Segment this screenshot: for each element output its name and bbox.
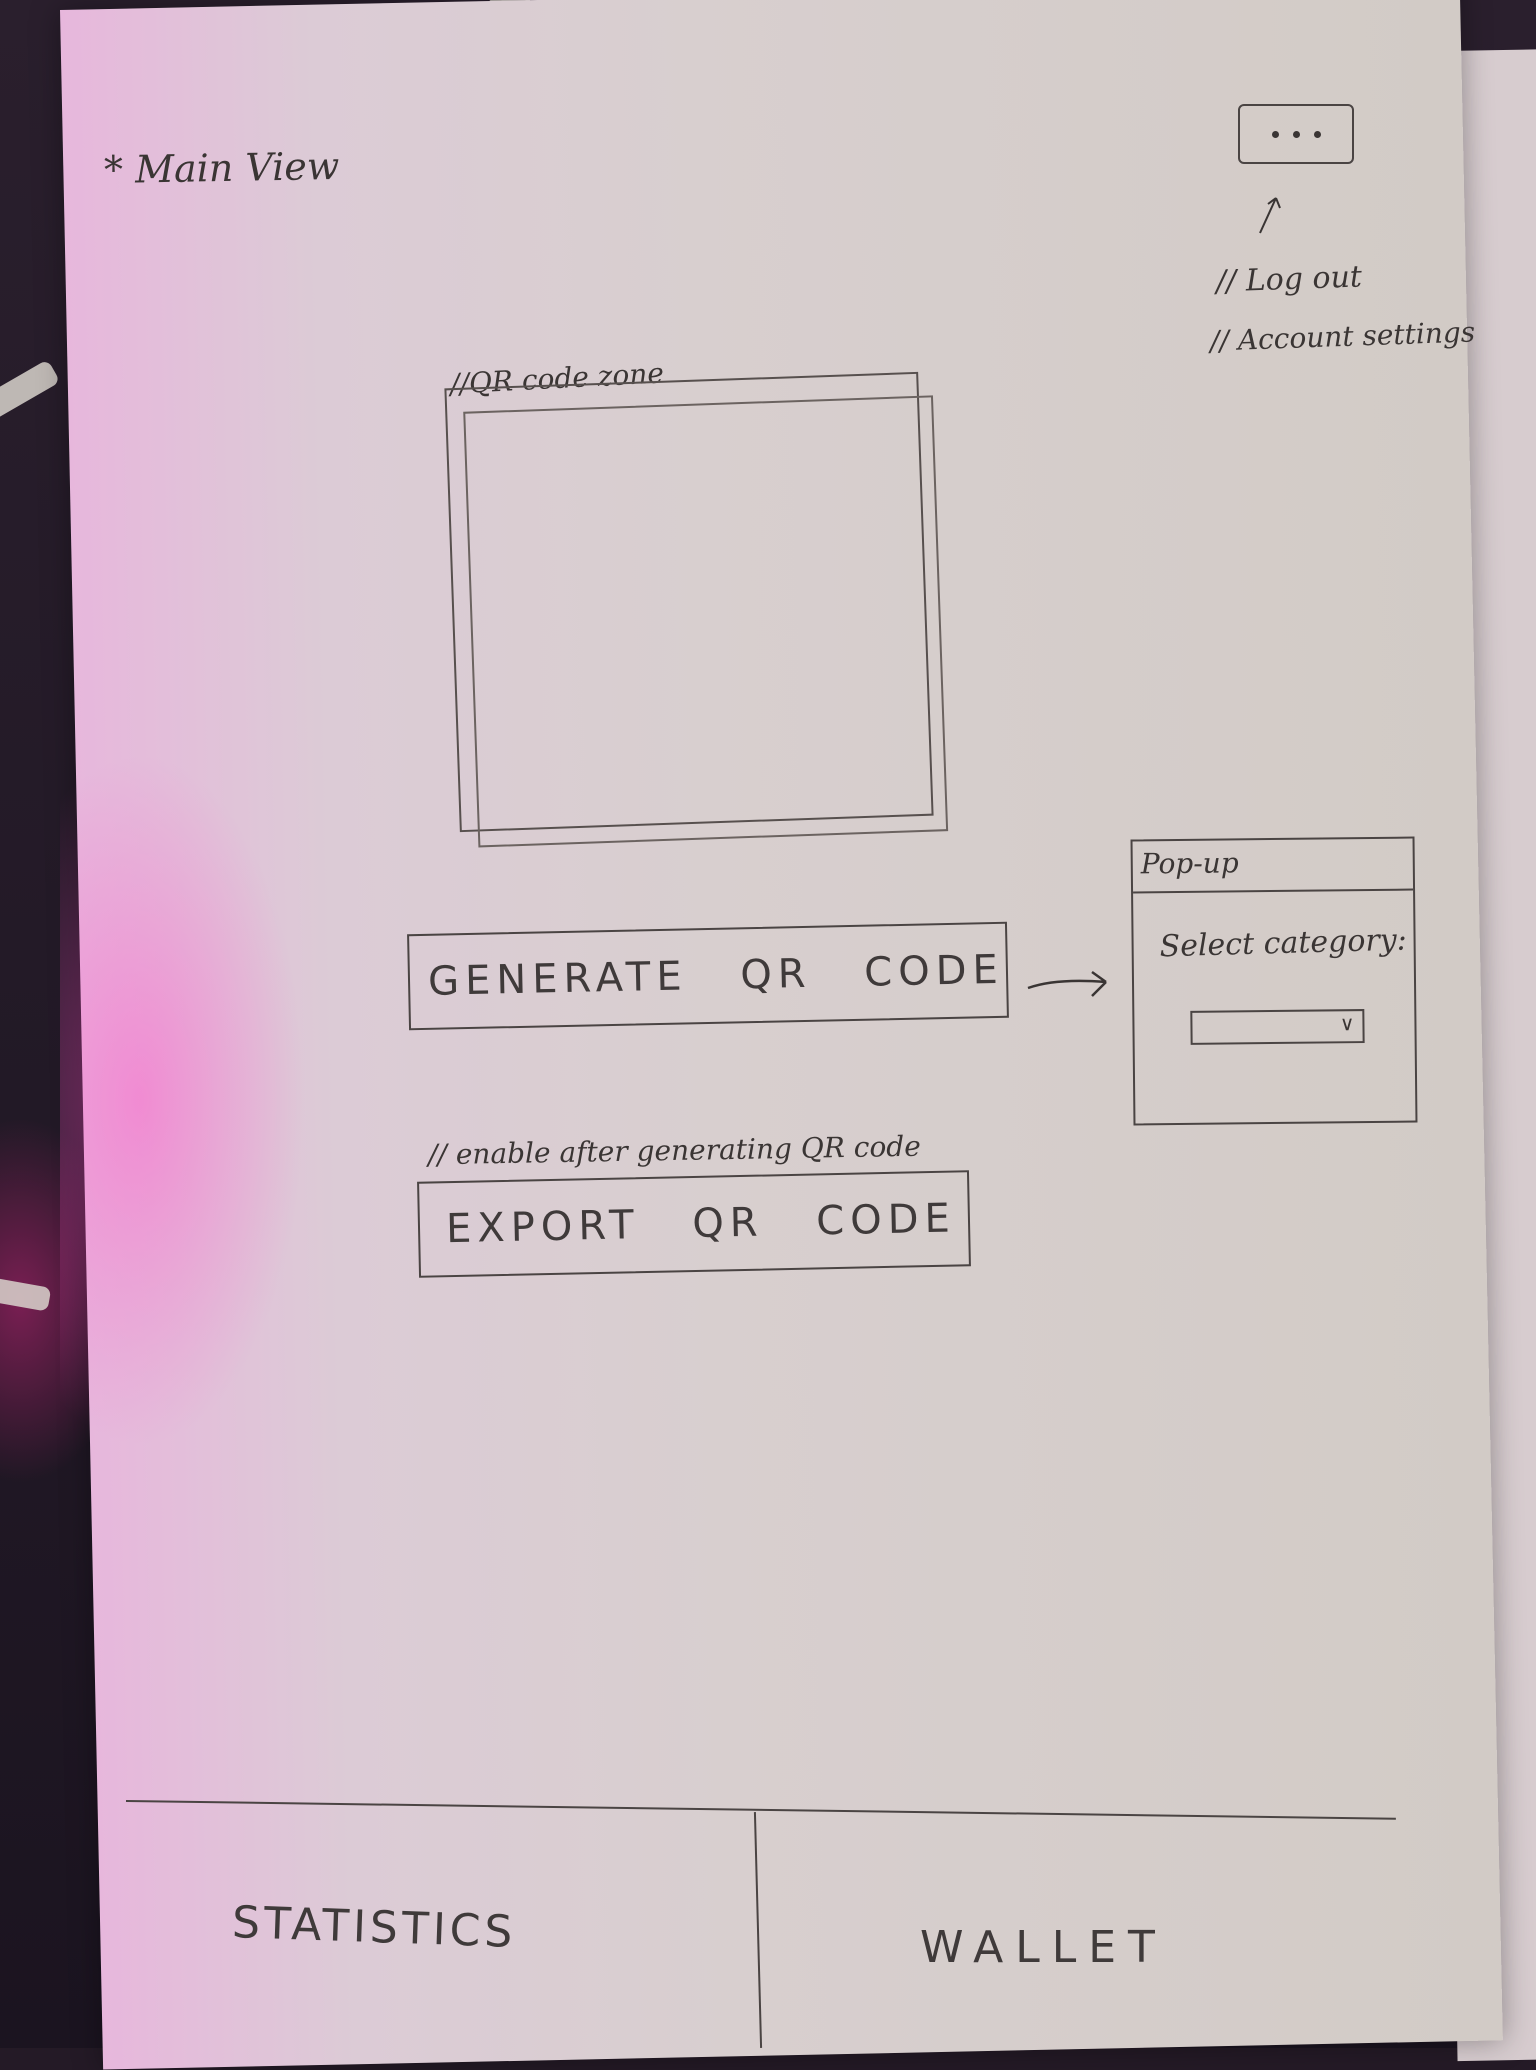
more-options-button[interactable] <box>1238 104 1354 164</box>
annotation-arrow-icon <box>1259 197 1281 234</box>
more-menu-item-logout: // Log out <box>1215 259 1363 300</box>
popup-title: Pop-up <box>1140 846 1239 881</box>
more-dots-icon <box>1313 130 1321 138</box>
category-select[interactable]: ∨ <box>1190 1009 1365 1045</box>
tab-wallet[interactable]: WALLET <box>920 1922 1167 1973</box>
arrow-right-icon <box>1027 970 1107 997</box>
more-dots-icon <box>1271 130 1279 138</box>
category-popup: Pop-up Select category: ∨ <box>1130 836 1418 1126</box>
chevron-down-icon: ∨ <box>1339 1011 1355 1036</box>
generate-qr-button[interactable]: GENERATE QR CODE <box>407 921 1009 1031</box>
qr-code-zone <box>444 371 934 833</box>
popup-header: Pop-up <box>1132 838 1414 894</box>
page-title: * Main View <box>103 143 340 193</box>
tab-statistics[interactable]: STATISTICS <box>231 1897 517 1958</box>
generate-qr-button-label: GENERATE QR CODE <box>427 946 1005 1005</box>
export-qr-button-label: EXPORT QR CODE <box>445 1195 957 1253</box>
export-qr-button[interactable]: EXPORT QR CODE <box>417 1170 971 1278</box>
more-dots-icon <box>1292 130 1300 138</box>
select-category-label: Select category: <box>1159 922 1408 965</box>
